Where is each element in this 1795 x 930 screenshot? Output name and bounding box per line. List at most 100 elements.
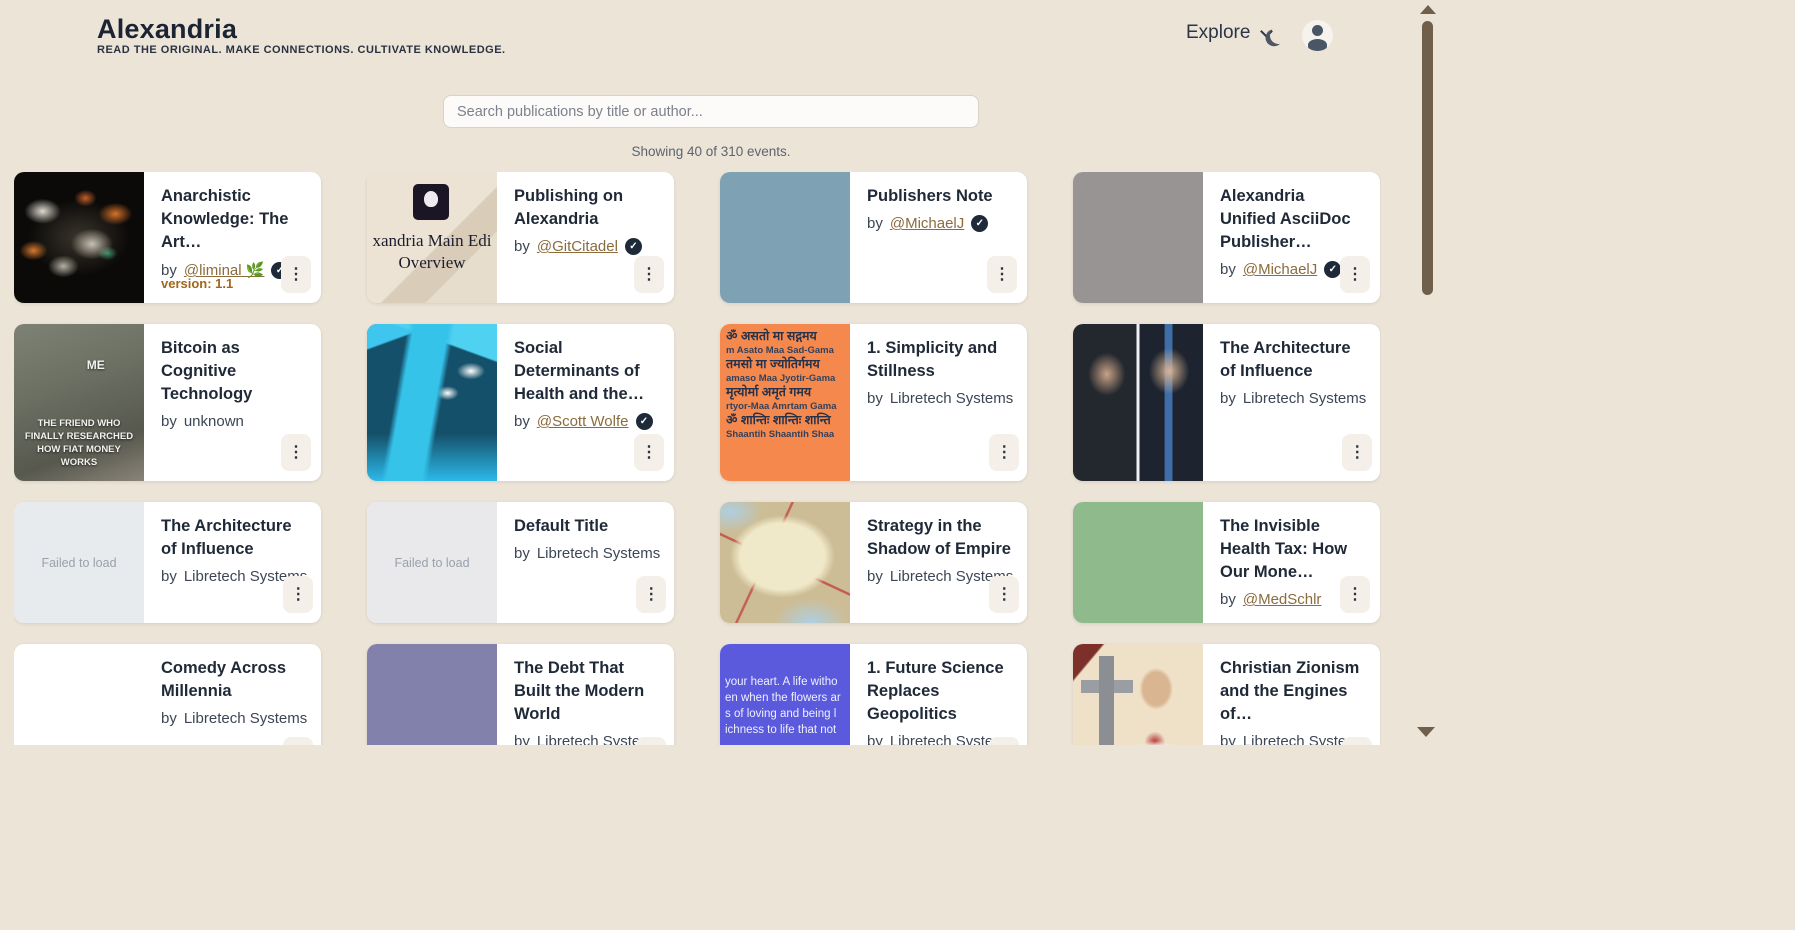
card-byline: by unknown (161, 413, 305, 430)
publication-card[interactable]: Comedy Across Millennia by Libretech Sys… (14, 644, 321, 745)
thumbnail-text: THE FRIEND WHO FINALLY RESEARCHED HOW FI… (21, 417, 138, 469)
card-thumbnail: Failed to load (14, 502, 144, 623)
thumbnail-text-line: Shaantih Shaantih Shaa (726, 428, 850, 441)
publication-card[interactable]: METHE FRIEND WHO FINALLY RESEARCHED HOW … (14, 324, 321, 481)
verified-badge-icon: ✓ (625, 238, 642, 255)
card-body: The Architecture of Influence by Librete… (144, 502, 321, 623)
publication-card[interactable]: Social Determinants of Health and the… b… (367, 324, 674, 481)
publication-card[interactable]: Publishers Note by @MichaelJ ✓ ⋮ (720, 172, 1027, 303)
verified-badge-icon: ✓ (1324, 261, 1341, 278)
publication-card[interactable]: Failed to load The Architecture of Influ… (14, 502, 321, 623)
publication-card[interactable]: Failed to load Default Title by Libretec… (367, 502, 674, 623)
publication-card[interactable]: Anarchistic Knowledge: The Art… by @limi… (14, 172, 321, 303)
card-menu-button[interactable]: ⋮ (634, 434, 664, 471)
card-menu-button[interactable]: ⋮ (1342, 737, 1372, 745)
avatar-icon (1312, 25, 1323, 36)
card-thumbnail: your heart. A life withoen when the flow… (720, 644, 850, 745)
byline-prefix: by (514, 413, 530, 430)
byline-prefix: by (867, 390, 883, 407)
author-name[interactable]: @MedSchlr (1243, 591, 1322, 608)
card-menu-button[interactable]: ⋮ (636, 576, 666, 613)
card-thumbnail (14, 172, 144, 303)
publication-grid: Anarchistic Knowledge: The Art… by @limi… (14, 172, 1381, 745)
card-menu-button[interactable]: ⋮ (1340, 256, 1370, 293)
thumbnail-caption-line: Overview (367, 252, 497, 274)
explore-menu-button[interactable]: Explore (1186, 22, 1271, 44)
card-body: Bitcoin as Cognitive Technology by unkno… (144, 324, 321, 481)
card-byline: by Libretech Systems (1220, 390, 1366, 407)
dark-mode-toggle[interactable] (1266, 24, 1292, 50)
thumbnail-text-line: ॐ शान्तिः शान्तिः शान्ति (726, 413, 850, 428)
publication-card[interactable]: your heart. A life withoen when the flow… (720, 644, 1027, 745)
card-byline: by @GitCitadel ✓ (514, 238, 658, 255)
card-thumbnail (720, 172, 850, 303)
publication-card[interactable]: Strategy in the Shadow of Empire by Libr… (720, 502, 1027, 623)
author-name: Libretech Systems (1243, 390, 1366, 407)
card-menu-button[interactable]: ⋮ (1342, 434, 1372, 471)
publication-card[interactable]: The Invisible Health Tax: How Our Mone… … (1073, 502, 1380, 623)
card-thumbnail (367, 644, 497, 745)
card-title: Publishing on Alexandria (514, 185, 658, 231)
author-name[interactable]: @Scott Wolfe (537, 413, 629, 430)
explore-label: Explore (1186, 22, 1250, 44)
card-menu-button[interactable]: ⋮ (634, 256, 664, 293)
card-thumbnail: Failed to load (367, 502, 497, 623)
byline-prefix: by (514, 238, 530, 255)
byline-prefix: by (1220, 390, 1236, 407)
card-thumbnail (14, 644, 144, 745)
alexandria-logo-icon (413, 184, 449, 220)
scroll-down-arrow-icon[interactable] (1417, 727, 1435, 737)
card-thumbnail: xandria Main EdiOverview (367, 172, 497, 303)
card-menu-button[interactable]: ⋮ (987, 256, 1017, 293)
scrollbar-thumb[interactable] (1422, 21, 1433, 295)
card-body: The Invisible Health Tax: How Our Mone… … (1203, 502, 1380, 623)
avatar-icon-body (1308, 39, 1327, 51)
card-menu-button[interactable]: ⋮ (989, 576, 1019, 613)
card-menu-button[interactable]: ⋮ (989, 434, 1019, 471)
thumbnail-error-label: Failed to load (394, 556, 469, 570)
site-tagline: READ THE ORIGINAL. MAKE CONNECTIONS. CUL… (97, 44, 506, 56)
card-title: Alexandria Unified AsciiDoc Publisher… (1220, 185, 1364, 254)
card-thumbnail: ॐ असतो मा सद्गमयm Asato Maa Sad-Gamaतमसो… (720, 324, 850, 481)
card-title: Bitcoin as Cognitive Technology (161, 337, 305, 406)
publication-card[interactable]: The Debt That Built the Modern World by … (367, 644, 674, 745)
card-body: Strategy in the Shadow of Empire by Libr… (850, 502, 1027, 623)
version-label: version: 1.1 (161, 276, 233, 291)
byline-prefix: by (161, 568, 177, 585)
byline-prefix: by (1220, 261, 1236, 278)
publication-card[interactable]: ॐ असतो मा सद्गमयm Asato Maa Sad-Gamaतमसो… (720, 324, 1027, 481)
search-input[interactable] (443, 95, 979, 128)
card-title: 1. Future Science Replaces Geopolitics (867, 657, 1013, 726)
card-title: Publishers Note (867, 185, 1011, 208)
user-avatar-button[interactable] (1302, 20, 1333, 51)
publication-card[interactable]: The Architecture of Influence by Librete… (1073, 324, 1380, 481)
thumbnail-text-line: s of loving and being l (725, 706, 850, 722)
card-menu-button[interactable]: ⋮ (283, 576, 313, 613)
thumbnail-text-line: ichness to life that not (725, 722, 850, 738)
results-count: Showing 40 of 310 events. (443, 144, 979, 159)
thumbnail-text-line: ॐ असतो मा सद्गमय (726, 329, 850, 344)
card-body: Social Determinants of Health and the… b… (497, 324, 674, 481)
card-menu-button[interactable]: ⋮ (281, 434, 311, 471)
card-title: The Architecture of Influence (161, 515, 307, 561)
card-thumbnail (720, 502, 850, 623)
thumbnail-error-label: Failed to load (41, 556, 116, 570)
card-title: 1. Simplicity and Stillness (867, 337, 1013, 383)
author-name[interactable]: @GitCitadel (537, 238, 618, 255)
scroll-up-arrow-icon[interactable] (1420, 5, 1436, 14)
author-name[interactable]: @MichaelJ (890, 215, 964, 232)
card-menu-button[interactable]: ⋮ (989, 737, 1019, 745)
thumbnail-text-line: m Asato Maa Sad-Gama (726, 344, 850, 357)
card-menu-button[interactable]: ⋮ (636, 737, 666, 745)
publication-card[interactable]: Christian Zionism and the Engines of… by… (1073, 644, 1380, 745)
card-title: Christian Zionism and the Engines of… (1220, 657, 1366, 726)
card-menu-button[interactable]: ⋮ (281, 256, 311, 293)
author-name[interactable]: @MichaelJ (1243, 261, 1317, 278)
card-menu-button[interactable]: ⋮ (1340, 576, 1370, 613)
card-title: Anarchistic Knowledge: The Art… (161, 185, 305, 254)
card-body: Publishing on Alexandria by @GitCitadel … (497, 172, 674, 303)
card-title: The Debt That Built the Modern World (514, 657, 660, 726)
publication-card[interactable]: Alexandria Unified AsciiDoc Publisher… b… (1073, 172, 1380, 303)
publication-card[interactable]: xandria Main EdiOverview Publishing on A… (367, 172, 674, 303)
card-menu-button[interactable]: ⋮ (283, 737, 313, 745)
